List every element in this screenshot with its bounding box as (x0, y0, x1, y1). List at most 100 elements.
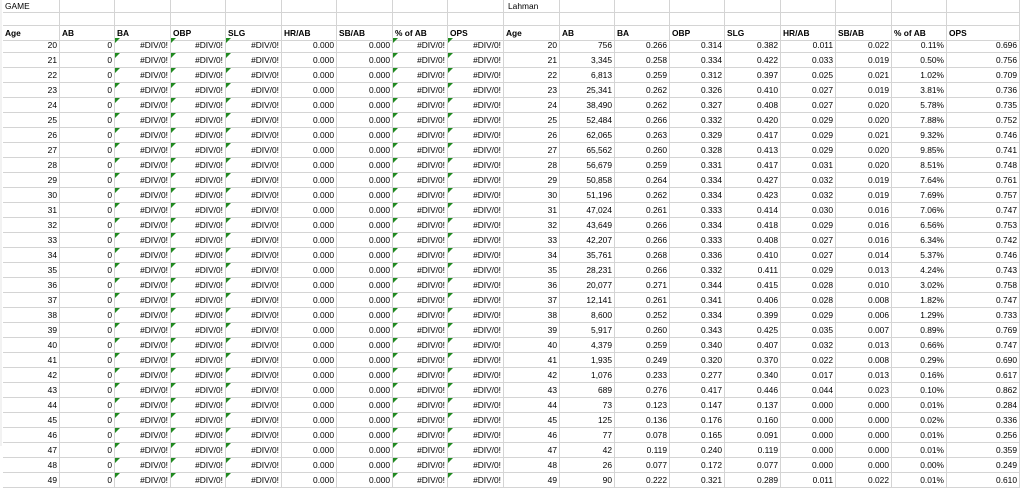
sheet-title-game[interactable]: GAME (3, 0, 123, 13)
table-cell[interactable]: 0.266 (615, 113, 670, 128)
table-cell[interactable]: 0.000 (282, 113, 337, 128)
table-cell[interactable]: 0.011 (781, 38, 836, 53)
table-cell[interactable]: 0.020 (836, 158, 892, 173)
table-cell[interactable]: 8,600 (560, 308, 615, 323)
error-cell[interactable]: #DIV/0! (448, 458, 504, 473)
error-cell[interactable]: #DIV/0! (448, 173, 504, 188)
table-cell[interactable]: 6.34% (892, 233, 947, 248)
table-cell[interactable]: 0.413 (725, 143, 781, 158)
error-indicator-icon[interactable] (393, 413, 398, 418)
table-cell[interactable]: 0.021 (836, 128, 892, 143)
table-cell[interactable]: 0 (60, 53, 115, 68)
table-cell[interactable]: 0.408 (725, 233, 781, 248)
error-indicator-icon[interactable] (115, 278, 120, 283)
table-cell[interactable]: 0.266 (615, 38, 670, 53)
error-indicator-icon[interactable] (115, 248, 120, 253)
table-cell[interactable]: 0.02% (892, 413, 947, 428)
table-cell[interactable]: 0.260 (615, 323, 670, 338)
error-indicator-icon[interactable] (226, 413, 231, 418)
error-indicator-icon[interactable] (115, 383, 120, 388)
table-cell[interactable]: 38 (3, 308, 60, 323)
table-cell[interactable]: 125 (560, 413, 615, 428)
table-cell[interactable]: 7.64% (892, 173, 947, 188)
error-indicator-icon[interactable] (448, 398, 453, 403)
table-cell[interactable]: 0.007 (836, 323, 892, 338)
table-cell[interactable]: 0.00% (892, 458, 947, 473)
error-cell[interactable]: #DIV/0! (393, 383, 448, 398)
empty-cell[interactable] (670, 0, 725, 13)
error-indicator-icon[interactable] (226, 53, 231, 58)
error-cell[interactable]: #DIV/0! (226, 458, 282, 473)
table-cell[interactable]: 6,813 (560, 68, 615, 83)
error-indicator-icon[interactable] (171, 338, 176, 343)
table-cell[interactable]: 0.035 (781, 323, 836, 338)
error-cell[interactable]: #DIV/0! (393, 278, 448, 293)
table-cell[interactable]: 0.862 (947, 383, 1020, 398)
error-cell[interactable]: #DIV/0! (115, 338, 171, 353)
empty-cell[interactable] (836, 13, 892, 26)
table-cell[interactable]: 0.000 (337, 68, 393, 83)
error-indicator-icon[interactable] (115, 53, 120, 58)
table-cell[interactable]: 0 (60, 353, 115, 368)
error-indicator-icon[interactable] (448, 158, 453, 163)
error-indicator-icon[interactable] (115, 293, 120, 298)
table-cell[interactable]: 0.266 (615, 233, 670, 248)
error-cell[interactable]: #DIV/0! (171, 83, 226, 98)
error-cell[interactable]: #DIV/0! (226, 83, 282, 98)
error-indicator-icon[interactable] (393, 368, 398, 373)
table-cell[interactable]: 45 (3, 413, 60, 428)
error-cell[interactable]: #DIV/0! (226, 203, 282, 218)
error-indicator-icon[interactable] (393, 218, 398, 223)
table-cell[interactable]: 0.000 (337, 428, 393, 443)
table-cell[interactable]: 0.000 (282, 308, 337, 323)
error-indicator-icon[interactable] (171, 38, 176, 43)
table-cell[interactable]: 39 (3, 323, 60, 338)
table-cell[interactable]: 9.32% (892, 128, 947, 143)
table-cell[interactable]: 0.028 (781, 278, 836, 293)
error-cell[interactable]: #DIV/0! (226, 143, 282, 158)
error-indicator-icon[interactable] (393, 38, 398, 43)
table-cell[interactable]: 0.119 (615, 443, 670, 458)
error-indicator-icon[interactable] (393, 98, 398, 103)
table-cell[interactable]: 33 (3, 233, 60, 248)
table-cell[interactable]: 0 (60, 38, 115, 53)
error-indicator-icon[interactable] (226, 218, 231, 223)
table-cell[interactable]: 0.16% (892, 368, 947, 383)
error-indicator-icon[interactable] (115, 368, 120, 373)
error-indicator-icon[interactable] (115, 398, 120, 403)
table-cell[interactable]: 0.000 (282, 53, 337, 68)
table-cell[interactable]: 47 (3, 443, 60, 458)
table-cell[interactable]: 34 (504, 248, 560, 263)
error-indicator-icon[interactable] (115, 458, 120, 463)
table-cell[interactable]: 0.029 (781, 308, 836, 323)
table-cell[interactable]: 0 (60, 158, 115, 173)
table-cell[interactable]: 0.748 (947, 158, 1020, 173)
table-cell[interactable]: 0.033 (781, 53, 836, 68)
error-cell[interactable]: #DIV/0! (448, 128, 504, 143)
error-cell[interactable]: #DIV/0! (393, 83, 448, 98)
error-indicator-icon[interactable] (226, 128, 231, 133)
error-cell[interactable]: #DIV/0! (171, 443, 226, 458)
table-cell[interactable]: 0.761 (947, 173, 1020, 188)
error-cell[interactable]: #DIV/0! (448, 323, 504, 338)
empty-cell[interactable] (892, 0, 947, 13)
error-cell[interactable]: #DIV/0! (393, 413, 448, 428)
table-cell[interactable]: 0.000 (282, 203, 337, 218)
table-cell[interactable]: 0.000 (337, 218, 393, 233)
error-cell[interactable]: #DIV/0! (393, 218, 448, 233)
error-cell[interactable]: #DIV/0! (393, 188, 448, 203)
table-cell[interactable]: 0.019 (836, 188, 892, 203)
table-cell[interactable]: 0.000 (282, 278, 337, 293)
table-cell[interactable]: 40 (504, 338, 560, 353)
table-cell[interactable]: 22 (3, 68, 60, 83)
table-cell[interactable]: 0.29% (892, 353, 947, 368)
error-cell[interactable]: #DIV/0! (115, 308, 171, 323)
error-cell[interactable]: #DIV/0! (226, 368, 282, 383)
error-indicator-icon[interactable] (171, 353, 176, 358)
table-cell[interactable]: 32 (3, 218, 60, 233)
error-indicator-icon[interactable] (115, 218, 120, 223)
error-indicator-icon[interactable] (226, 113, 231, 118)
table-cell[interactable]: 0 (60, 293, 115, 308)
table-cell[interactable]: 42 (504, 368, 560, 383)
table-cell[interactable]: 0.000 (282, 173, 337, 188)
